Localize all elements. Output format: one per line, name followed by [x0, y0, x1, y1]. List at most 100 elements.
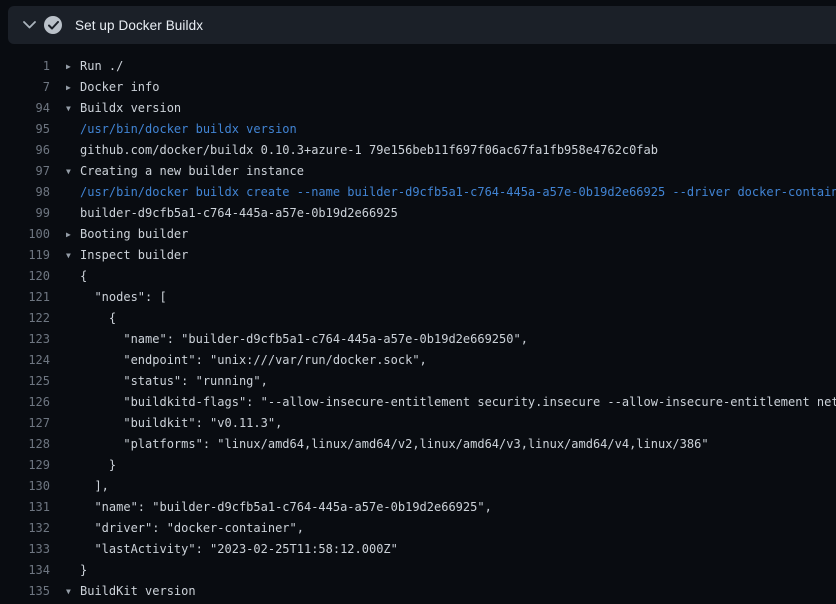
- arrow-slot: [66, 476, 80, 497]
- arrow-slot: [66, 119, 80, 140]
- arrow-slot: [66, 518, 80, 539]
- chevron-down-icon[interactable]: ▼: [66, 161, 80, 182]
- log-line-text: "status": "running",: [80, 371, 268, 392]
- log-row: 134 }: [0, 560, 836, 581]
- line-number[interactable]: 131: [0, 497, 50, 518]
- log-line-text: "endpoint": "unix:///var/run/docker.sock…: [80, 350, 427, 371]
- log-row: 130 ],: [0, 476, 836, 497]
- log-line-text: "name": "builder-d9cfb5a1-c764-445a-a57e…: [80, 329, 528, 350]
- arrow-slot: [66, 266, 80, 287]
- log-row: 125 "status": "running",: [0, 371, 836, 392]
- log-line-text: Creating a new builder instance: [80, 161, 304, 182]
- arrow-slot: [66, 350, 80, 371]
- arrow-slot: [66, 329, 80, 350]
- chevron-down-icon[interactable]: ▼: [66, 581, 80, 602]
- log-line-text: "platforms": "linux/amd64,linux/amd64/v2…: [80, 434, 709, 455]
- arrow-slot: [66, 497, 80, 518]
- log-line-text: }: [80, 455, 116, 476]
- line-number[interactable]: 94: [0, 98, 50, 119]
- log-row: 132 "driver": "docker-container",: [0, 518, 836, 539]
- log-row: 99 builder-d9cfb5a1-c764-445a-a57e-0b19d…: [0, 203, 836, 224]
- log-line-text: Buildx version: [80, 98, 181, 119]
- line-number[interactable]: 135: [0, 581, 50, 602]
- log-line-text: {: [80, 308, 116, 329]
- log-row: 95 /usr/bin/docker buildx version: [0, 119, 836, 140]
- line-number[interactable]: 99: [0, 203, 50, 224]
- line-number[interactable]: 132: [0, 518, 50, 539]
- line-number[interactable]: 127: [0, 413, 50, 434]
- log-line-text: "lastActivity": "2023-02-25T11:58:12.000…: [80, 539, 398, 560]
- log-line-text: Booting builder: [80, 224, 188, 245]
- line-number[interactable]: 1: [0, 56, 50, 77]
- arrow-slot: [66, 203, 80, 224]
- line-number[interactable]: 95: [0, 119, 50, 140]
- log-line-text: "name": "builder-d9cfb5a1-c764-445a-a57e…: [80, 497, 492, 518]
- log-line-text: /usr/bin/docker buildx version: [80, 119, 297, 140]
- arrow-slot: [66, 560, 80, 581]
- line-number[interactable]: 124: [0, 350, 50, 371]
- arrow-slot: [66, 455, 80, 476]
- log-line-text: ],: [80, 476, 109, 497]
- log-line-text: {: [80, 266, 87, 287]
- step-header[interactable]: Set up Docker Buildx: [8, 6, 836, 44]
- chevron-right-icon[interactable]: ▶: [66, 56, 80, 77]
- line-number[interactable]: 134: [0, 560, 50, 581]
- log-group-row[interactable]: 94 ▼ Buildx version: [0, 98, 836, 119]
- log-group-row[interactable]: 97 ▼ Creating a new builder instance: [0, 161, 836, 182]
- line-number[interactable]: 133: [0, 539, 50, 560]
- log-row: 96 github.com/docker/buildx 0.10.3+azure…: [0, 140, 836, 161]
- line-number[interactable]: 125: [0, 371, 50, 392]
- arrow-slot: [66, 434, 80, 455]
- log-row: 120 {: [0, 266, 836, 287]
- log-line-text: Inspect builder: [80, 245, 188, 266]
- log-group-row[interactable]: 7 ▶ Docker info: [0, 77, 836, 98]
- chevron-down-icon[interactable]: ▼: [66, 245, 80, 266]
- log-group-row[interactable]: 1 ▶ Run ./: [0, 56, 836, 77]
- log-line-text: "buildkit": "v0.11.3",: [80, 413, 282, 434]
- log-line-text: "driver": "docker-container",: [80, 518, 304, 539]
- arrow-slot: [66, 371, 80, 392]
- log-row: 129 }: [0, 455, 836, 476]
- line-number[interactable]: 130: [0, 476, 50, 497]
- log-group-row[interactable]: 119 ▼ Inspect builder: [0, 245, 836, 266]
- log-row: 126 "buildkitd-flags": "--allow-insecure…: [0, 392, 836, 413]
- line-number[interactable]: 119: [0, 245, 50, 266]
- log-row: 98 /usr/bin/docker buildx create --name …: [0, 182, 836, 203]
- arrow-slot: [66, 287, 80, 308]
- chevron-right-icon[interactable]: ▶: [66, 224, 80, 245]
- chevron-down-icon[interactable]: ▼: [66, 98, 80, 119]
- line-number[interactable]: 129: [0, 455, 50, 476]
- arrow-slot: [66, 392, 80, 413]
- log-group-row[interactable]: 100 ▶ Booting builder: [0, 224, 836, 245]
- line-number[interactable]: 100: [0, 224, 50, 245]
- log-row: 133 "lastActivity": "2023-02-25T11:58:12…: [0, 539, 836, 560]
- log-line-text: "nodes": [: [80, 287, 167, 308]
- log-line-text: Docker info: [80, 77, 159, 98]
- log-group-row[interactable]: 135 ▼ BuildKit version: [0, 581, 836, 602]
- line-number[interactable]: 123: [0, 329, 50, 350]
- line-number[interactable]: 96: [0, 140, 50, 161]
- log-line-text: }: [80, 560, 87, 581]
- log-row: 124 "endpoint": "unix:///var/run/docker.…: [0, 350, 836, 371]
- line-number[interactable]: 122: [0, 308, 50, 329]
- log-line-text: Run ./: [80, 56, 123, 77]
- line-number[interactable]: 120: [0, 266, 50, 287]
- chevron-right-icon[interactable]: ▶: [66, 77, 80, 98]
- line-number[interactable]: 126: [0, 392, 50, 413]
- log-line-text: /usr/bin/docker buildx create --name bui…: [80, 182, 836, 203]
- line-number[interactable]: 98: [0, 182, 50, 203]
- log-line-text: "buildkitd-flags": "--allow-insecure-ent…: [80, 392, 836, 413]
- log-row: 127 "buildkit": "v0.11.3",: [0, 413, 836, 434]
- arrow-slot: [66, 140, 80, 161]
- arrow-slot: [66, 413, 80, 434]
- log-row: 123 "name": "builder-d9cfb5a1-c764-445a-…: [0, 329, 836, 350]
- log-row: 121 "nodes": [: [0, 287, 836, 308]
- line-number[interactable]: 7: [0, 77, 50, 98]
- arrow-slot: [66, 308, 80, 329]
- line-number[interactable]: 128: [0, 434, 50, 455]
- log-line-text: github.com/docker/buildx 0.10.3+azure-1 …: [80, 140, 658, 161]
- chevron-down-icon[interactable]: [14, 21, 44, 29]
- arrow-slot: [66, 539, 80, 560]
- line-number[interactable]: 121: [0, 287, 50, 308]
- line-number[interactable]: 97: [0, 161, 50, 182]
